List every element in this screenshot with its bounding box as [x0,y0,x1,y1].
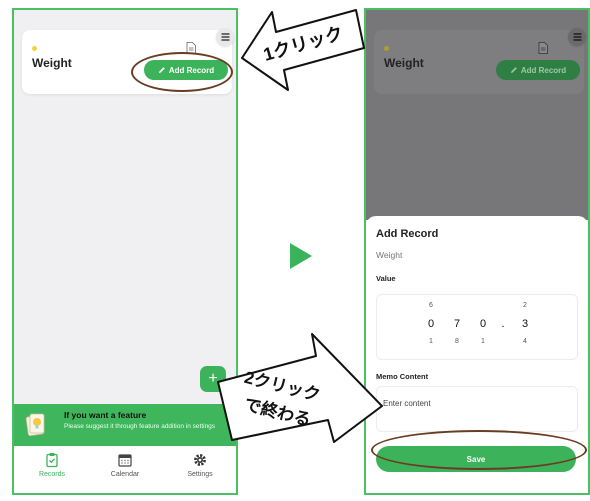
status-dot [32,46,37,51]
picker-above: 6 [429,302,433,309]
banner-title: If you want a feature [64,410,147,420]
picker-value: 0 [479,318,487,330]
play-arrow-icon [290,243,312,269]
picker-below [493,335,513,349]
tab-settings-label: Settings [187,471,213,478]
tab-records-label: Records [38,471,66,478]
sheet-subtitle: Weight [376,250,403,260]
calendar-icon [118,454,132,467]
add-record-button-dimmed: Add Record [496,60,580,80]
tab-records[interactable]: Records [22,452,82,478]
menu-icon [573,33,581,41]
value-picker[interactable]: 6 0 1 7 8 0 1 . 2 3 4 [376,294,578,360]
document-icon [538,42,548,54]
picker-value: 0 [427,318,435,330]
picker-wheel-3[interactable]: 0 1 [473,299,493,349]
tab-calendar-label: Calendar [110,471,140,478]
card-title: Weight [32,56,72,70]
picker-above [473,299,493,313]
picker-value: . [501,318,505,330]
feature-banner[interactable]: If you want a feature Please suggest it … [14,404,236,446]
picker-wheel-4[interactable]: 2 3 4 [515,299,535,349]
pencil-icon [510,67,517,73]
picker-below: 1 [429,338,433,345]
gear-icon [194,454,206,466]
lightbulb-note-icon [25,413,45,437]
dim-overlay: Weight Add Record [366,10,588,220]
memo-input[interactable]: Enter content [376,386,578,432]
menu-button-dimmed [568,28,586,46]
right-phone-screen: Weight Add Record Add Record Weight Valu… [364,8,590,495]
picker-wheel-1[interactable]: 6 0 1 [421,299,441,349]
banner-text: Please suggest it through feature additi… [64,423,216,430]
add-record-label: Add Record [520,65,567,75]
picker-value: 7 [453,318,461,330]
bottom-tab-bar: Records Calendar Settings [14,446,236,493]
tab-settings[interactable]: Settings [170,452,230,478]
sheet-title: Add Record [376,228,439,240]
card-title: Weight [384,56,424,70]
picker-above: 2 [523,302,527,309]
status-dot [384,46,389,51]
picker-wheel-2[interactable]: 7 8 [447,299,467,349]
memo-placeholder: Enter content [383,399,431,408]
clipboard-icon [46,453,58,468]
picker-below: 4 [523,338,527,345]
picker-below: 8 [455,338,459,345]
value-label: Value [376,274,396,283]
tab-calendar[interactable]: Calendar [95,452,155,478]
highlight-ring-add-record [131,52,233,92]
picker-above [447,299,467,313]
picker-below: 1 [481,338,485,345]
weight-card-dimmed: Weight Add Record [374,30,584,94]
highlight-ring-save [371,430,587,470]
picker-decimal: . [493,299,513,349]
picker-value: 3 [521,318,529,330]
picker-above [493,299,513,313]
